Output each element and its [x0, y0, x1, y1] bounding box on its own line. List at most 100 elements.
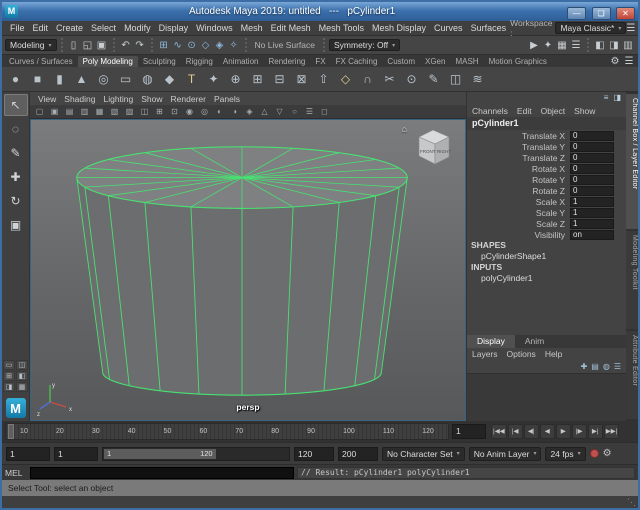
show-menu[interactable]: Show — [574, 106, 595, 116]
menu-mesh-display[interactable]: Mesh Display — [368, 23, 430, 33]
channel-object-name[interactable]: pCylinder1 — [467, 117, 626, 130]
create-layer-selected-icon[interactable]: ▤ — [591, 362, 599, 371]
menu-mesh[interactable]: Mesh — [237, 23, 267, 33]
safe-action-icon[interactable]: ◐ — [213, 107, 226, 116]
open-scene-icon[interactable]: ◱ — [81, 40, 95, 51]
snap-to-plane-icon[interactable]: ◇ — [199, 40, 213, 51]
tab-attribute-editor[interactable]: Attribute Editor — [626, 331, 638, 419]
layout-persp-graph-icon[interactable]: ◨ — [3, 382, 15, 392]
hypershade-icon[interactable]: ☰ — [569, 40, 583, 51]
scale-tool-icon[interactable]: ▣ — [4, 214, 28, 236]
shelf-multicut-icon[interactable]: ✂ — [379, 69, 400, 90]
step-forward-frame-button[interactable]: ▶| — [588, 424, 603, 439]
panel-menu-show[interactable]: Show — [137, 94, 166, 104]
move-tool-icon[interactable]: ✚ — [4, 166, 28, 188]
camera-lock-icon[interactable]: ▣ — [48, 107, 61, 116]
channel-value-field[interactable]: 1 — [570, 208, 614, 218]
menu-modify[interactable]: Modify — [120, 23, 155, 33]
safe-title-icon[interactable]: ◑ — [228, 107, 241, 116]
channel-value-field[interactable]: 0 — [570, 142, 614, 152]
shelf-menu-icon[interactable]: ☰ — [622, 56, 636, 67]
menu-create[interactable]: Create — [52, 23, 87, 33]
animation-preferences-icon[interactable]: ⚙ — [603, 448, 612, 459]
home-icon[interactable]: ⌂ — [402, 124, 407, 134]
select-tool-icon[interactable]: ↖ — [4, 94, 28, 116]
snap-to-point-icon[interactable]: ⊙ — [185, 40, 199, 51]
snap-to-center-icon[interactable]: ◈ — [213, 40, 227, 51]
shelf-sweep-icon[interactable]: ✦ — [203, 69, 224, 90]
shelf-target-weld-icon[interactable]: ⊙ — [401, 69, 422, 90]
maximize-button[interactable]: ❏ — [592, 7, 611, 20]
channel-label[interactable]: Rotate Y — [532, 175, 565, 185]
shelf-boolean-icon[interactable]: ⊕ — [225, 69, 246, 90]
options-menu[interactable]: Options — [507, 349, 536, 359]
shelf-platonic-icon[interactable]: ◆ — [159, 69, 180, 90]
pan-zoom-icon[interactable]: ▧ — [108, 107, 121, 116]
menu-file[interactable]: File — [6, 23, 29, 33]
shelf-extract-icon[interactable]: ⊠ — [291, 69, 312, 90]
playback-start-field[interactable]: 1 — [54, 447, 98, 461]
tab-modeling-toolkit[interactable]: Modeling Toolkit — [626, 231, 638, 329]
wireframe-icon[interactable]: △ — [258, 107, 271, 116]
shelf-tab-mash[interactable]: MASH — [450, 56, 483, 67]
shelf-torus-icon[interactable]: ◎ — [93, 69, 114, 90]
bookmark-icon[interactable]: ▥ — [78, 107, 91, 116]
menu-curves[interactable]: Curves — [430, 23, 467, 33]
shaded-icon[interactable]: ▽ — [273, 107, 286, 116]
channel-label[interactable]: Translate X — [522, 131, 565, 141]
view-cube[interactable]: ⌂ FRONT RIGHT — [402, 124, 457, 168]
lights-icon[interactable]: ☰ — [303, 107, 316, 116]
minimize-button[interactable]: — — [567, 7, 586, 20]
step-back-frame-button[interactable]: |◀ — [508, 424, 523, 439]
render-view-icon[interactable]: ▶ — [527, 40, 541, 51]
shelf-cone-icon[interactable]: ▲ — [71, 69, 92, 90]
new-scene-icon[interactable]: ▯ — [67, 40, 81, 51]
create-layer-icon[interactable]: ✚ — [581, 362, 588, 371]
menu-display[interactable]: Display — [155, 23, 193, 33]
shelf-tab-sculpting[interactable]: Sculpting — [138, 56, 181, 67]
anim-layer-selector[interactable]: No Anim Layer ▾ — [469, 447, 542, 461]
close-button[interactable]: ✕ — [616, 7, 635, 20]
rotate-tool-icon[interactable]: ↻ — [4, 190, 28, 212]
channel-label[interactable]: Translate Y — [522, 142, 565, 152]
shelf-disc-icon[interactable]: ◍ — [137, 69, 158, 90]
menu-surfaces[interactable]: Surfaces — [467, 23, 511, 33]
toggle-sidebar-icon[interactable]: ◧ — [593, 40, 607, 51]
channels-menu[interactable]: Channels — [472, 106, 508, 116]
save-scene-icon[interactable]: ▣ — [95, 40, 109, 51]
menu-set-selector[interactable]: Modeling ▾ — [5, 39, 57, 51]
shelf-tab-fx-caching[interactable]: FX Caching — [331, 56, 383, 67]
textured-icon[interactable]: ○ — [288, 107, 301, 116]
camera-icon[interactable]: ▢ — [33, 107, 46, 116]
viewport-canvas[interactable]: ⌂ FRONT RIGHT x y z persp — [30, 119, 466, 421]
gate-mask-icon[interactable]: ◉ — [183, 107, 196, 116]
character-set-selector[interactable]: No Character Set ▾ — [382, 447, 465, 461]
channel-filter-icon[interactable]: ◨ — [613, 93, 621, 103]
time-ruler[interactable]: 10 20 30 40 50 60 70 80 90 100 110 120 — [5, 423, 449, 440]
toggle-toolsettings-icon[interactable]: ◨ — [607, 40, 621, 51]
layer-options-icon[interactable]: ☰ — [614, 362, 621, 371]
command-line-mode-label[interactable]: MEL — [5, 468, 27, 478]
panel-menu-renderer[interactable]: Renderer — [167, 94, 210, 104]
range-track[interactable]: 1 120 — [102, 447, 290, 461]
cylinder-mesh[interactable] — [31, 120, 465, 420]
shelf-cylinder-icon[interactable]: ▮ — [49, 69, 70, 90]
channel-value-field[interactable]: 0 — [570, 175, 614, 185]
render-settings-icon[interactable]: ▦ — [555, 40, 569, 51]
shelf-tab-custom[interactable]: Custom — [382, 56, 420, 67]
grid-icon[interactable]: ◫ — [138, 107, 151, 116]
resolution-gate-icon[interactable]: ⊡ — [168, 107, 181, 116]
menu-select[interactable]: Select — [87, 23, 120, 33]
toggle-attributeeditor-icon[interactable]: ▥ — [621, 40, 635, 51]
shelf-tab-rigging[interactable]: Rigging — [181, 56, 218, 67]
channel-label[interactable]: Scale X — [536, 197, 565, 207]
playback-range-bar[interactable]: 1 120 — [104, 449, 216, 459]
shelf-extrude-icon[interactable]: ⇧ — [313, 69, 334, 90]
shelf-cube-icon[interactable]: ■ — [27, 69, 48, 90]
layout-single-pane-icon[interactable]: ▭ — [3, 360, 15, 370]
shelf-bevel-icon[interactable]: ◇ — [335, 69, 356, 90]
channel-value-field[interactable]: 0 — [570, 164, 614, 174]
tab-display[interactable]: Display — [467, 335, 515, 348]
workspace-selector[interactable]: Maya Classic* ▾ — [555, 22, 626, 34]
shelf-gear-icon[interactable]: ⚙ — [608, 56, 622, 67]
